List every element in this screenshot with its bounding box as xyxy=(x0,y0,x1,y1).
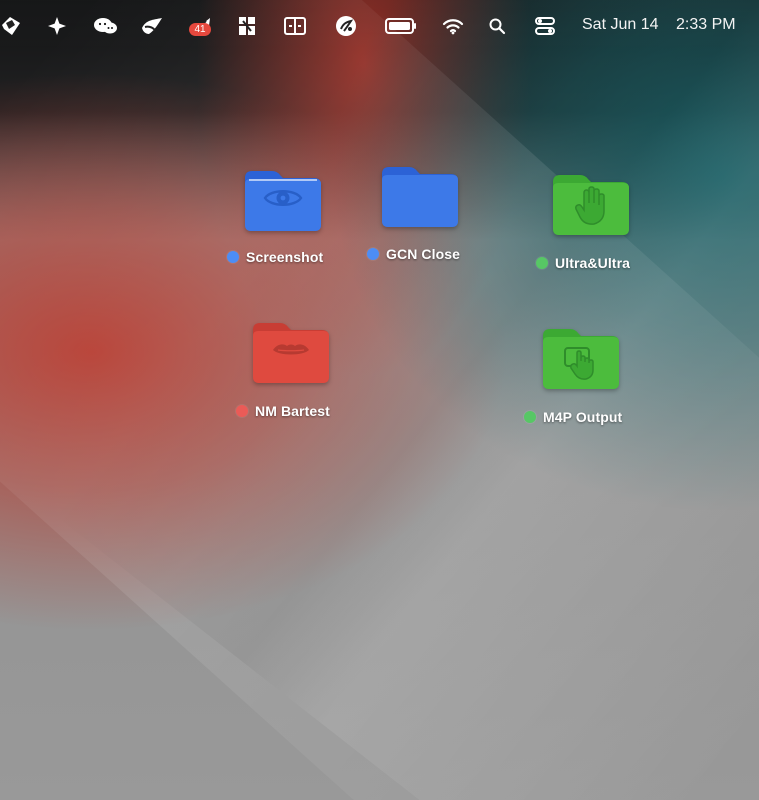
desktop-folder-gcn-close[interactable]: GCN Close xyxy=(367,162,519,282)
app-logo-icon[interactable] xyxy=(0,14,22,38)
notification-badge: 41 xyxy=(189,23,211,36)
desktop-folder-m4p-output[interactable]: M4P Output xyxy=(524,324,680,444)
search-icon[interactable] xyxy=(488,14,506,38)
folder-name: Ultra&Ultra xyxy=(555,255,631,271)
lips-icon xyxy=(273,344,309,355)
green-tag-icon xyxy=(536,257,548,269)
eye-icon xyxy=(263,190,303,206)
grid-app-icon[interactable] xyxy=(238,14,256,38)
menu-bar-date[interactable]: Sat Jun 14 xyxy=(582,14,659,36)
wifi-icon[interactable] xyxy=(442,14,464,38)
touch-hand-icon xyxy=(564,347,594,380)
folder-label-row: Ultra&Ultra xyxy=(536,255,630,271)
folder-name: GCN Close xyxy=(386,246,461,262)
split-view-icon[interactable] xyxy=(283,14,307,38)
control-center-icon[interactable] xyxy=(534,14,556,38)
blue-folder-icon xyxy=(379,162,461,232)
desktop-folder-screenshot[interactable]: Screenshot xyxy=(227,166,382,286)
folder-label-row: Screenshot xyxy=(227,249,323,265)
wechat-icon[interactable] xyxy=(92,14,120,38)
scooter-app-icon[interactable] xyxy=(334,14,358,38)
folder-name: NM Bartest xyxy=(255,403,330,419)
desktop-folder-nm-bartest[interactable]: NM Bartest xyxy=(236,318,390,438)
bird-app-icon[interactable] xyxy=(140,14,164,38)
folder-name: M4P Output xyxy=(543,409,623,425)
folder-name: Screenshot xyxy=(246,249,324,265)
blue-tag-icon xyxy=(367,248,379,260)
sparkle-icon[interactable] xyxy=(47,14,67,38)
folder-label-row: GCN Close xyxy=(367,246,460,262)
menu-bar-time[interactable]: 2:33 PM xyxy=(676,14,736,36)
battery-icon[interactable] xyxy=(385,14,417,38)
green-tag-icon xyxy=(524,411,536,423)
blue-tag-icon xyxy=(227,251,239,263)
menu-bar: 41 Sat Jun 14 2:33 PM xyxy=(0,0,759,52)
hand-icon xyxy=(575,186,605,225)
folder-label-row: NM Bartest xyxy=(236,403,330,419)
red-tag-icon xyxy=(236,405,248,417)
desktop-folder-ultra-ultra[interactable]: Ultra&Ultra xyxy=(536,170,690,290)
folder-label-row: M4P Output xyxy=(524,409,622,425)
